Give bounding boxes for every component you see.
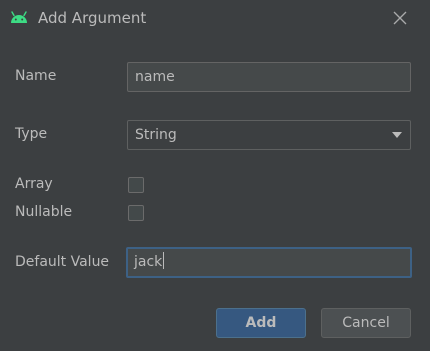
default-value-label: Default Value	[15, 254, 110, 270]
default-value-field[interactable]: jack	[126, 247, 412, 278]
type-select[interactable]: String	[127, 120, 411, 150]
array-checkbox[interactable]	[128, 177, 144, 193]
array-label: Array	[15, 176, 53, 192]
add-argument-dialog: Add Argument Name name Type String Array…	[0, 0, 430, 351]
close-icon[interactable]	[392, 10, 408, 26]
text-caret	[163, 252, 165, 269]
type-select-value: String	[135, 127, 177, 143]
android-icon	[11, 11, 27, 23]
name-label: Name	[15, 68, 57, 84]
nullable-label: Nullable	[15, 204, 73, 220]
default-value-field-value: jack	[134, 254, 163, 270]
cancel-button[interactable]: Cancel	[321, 308, 411, 338]
title-bar: Add Argument	[0, 0, 430, 37]
type-label: Type	[15, 126, 48, 142]
chevron-down-icon	[392, 132, 402, 138]
name-field[interactable]: name	[127, 62, 411, 92]
dialog-title: Add Argument	[38, 9, 147, 27]
add-button[interactable]: Add	[216, 308, 306, 338]
name-field-value: name	[135, 69, 175, 85]
nullable-checkbox[interactable]	[128, 205, 144, 221]
